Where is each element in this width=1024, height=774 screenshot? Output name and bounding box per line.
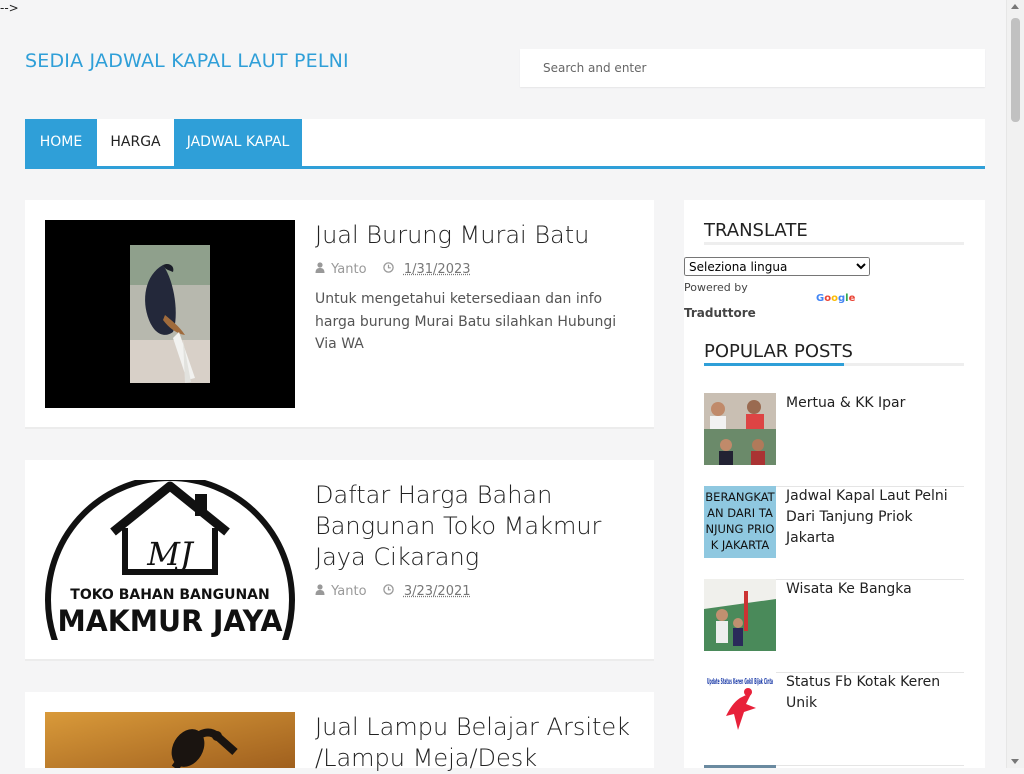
site-title[interactable]: SEDIA JADWAL KAPAL LAUT PELNI: [25, 50, 349, 72]
sidebar: TRANSLATE Seleziona lingua Powered by Go…: [684, 200, 985, 768]
popular-posts-heading-text: POPULAR POSTS: [704, 341, 853, 362]
post-thumbnail[interactable]: MJ TOKO BAHAN BANGUNAN MAKMUR JAYA: [45, 480, 295, 640]
popular-post-thumbnail[interactable]: [704, 579, 776, 651]
post-card: Jual Lampu Belajar Arsitek /Lampu Meja/D…: [25, 692, 654, 768]
post-meta: Yanto 3/23/2021: [315, 584, 471, 599]
status-fb-logo-image: Update Status Keren Gokil Bijak Cinta: [704, 672, 776, 744]
nav-home[interactable]: HOME: [25, 119, 97, 166]
popular-post-item[interactable]: Update Status Keren Gokil Bijak Cinta St…: [704, 672, 964, 766]
translate-heading: TRANSLATE: [704, 220, 964, 245]
user-icon: [315, 262, 325, 273]
popular-post-item[interactable]: BERANGKATAN DARI TANJUNG PRIOK JAKARTA J…: [704, 486, 964, 580]
post-excerpt: Untuk mengetahui ketersediaan dan info h…: [315, 288, 640, 356]
popular-post-item[interactable]: Wisata Ke Bangka: [704, 579, 964, 673]
search-box: [520, 49, 985, 87]
post-author[interactable]: Yanto: [331, 262, 366, 277]
clock-icon: [383, 262, 394, 273]
logo-line1: TOKO BAHAN BANGUNAN: [70, 587, 269, 603]
post-date[interactable]: 1/31/2023: [404, 262, 471, 277]
post-card: MJ TOKO BAHAN BANGUNAN MAKMUR JAYA Dafta…: [25, 460, 654, 661]
logo-initials: MJ: [146, 535, 195, 573]
post-thumbnail[interactable]: [45, 220, 295, 408]
status-thumb-text: Update Status Keren Gokil Bijak Cinta: [707, 677, 773, 686]
store-logo-image: MJ TOKO BAHAN BANGUNAN MAKMUR JAYA: [45, 480, 295, 640]
post-card: Jual Burung Murai Batu Yanto 1/31/2023 U…: [25, 200, 654, 429]
nav-jadwal-kapal[interactable]: JADWAL KAPAL: [174, 119, 302, 166]
popular-post-title[interactable]: Wisata Ke Bangka: [786, 579, 964, 600]
google-letter: G: [816, 293, 824, 304]
heading-accent-bar: [704, 363, 844, 366]
ship-thumb-text: BERANGKATAN DARI TANJUNG PRIOK JAKARTA: [704, 486, 776, 553]
search-input[interactable]: [520, 49, 973, 87]
post-title[interactable]: Daftar Harga Bahan Bangunan Toko Makmur …: [315, 480, 635, 573]
desk-lamp-photo-image: [45, 712, 295, 768]
google-letter: o: [831, 293, 838, 304]
page-scrollbar[interactable]: [1006, 0, 1024, 768]
post-title[interactable]: Jual Burung Murai Batu: [315, 220, 635, 251]
scrollbar-thumb[interactable]: [1011, 18, 1020, 122]
powered-by-text: Powered by: [684, 281, 748, 294]
popular-post-item[interactable]: Mertua & KK Ipar: [704, 393, 964, 487]
main-nav: HOME HARGA JADWAL KAPAL: [25, 119, 985, 169]
traduttore-link[interactable]: Traduttore: [684, 306, 756, 320]
stray-comment-text: -->: [0, 1, 19, 15]
popular-post-title[interactable]: Mertua & KK Ipar: [786, 393, 964, 414]
popular-post-title[interactable]: Status Fb Kotak Keren Unik: [786, 672, 964, 714]
post-meta: Yanto 1/31/2023: [315, 262, 471, 277]
clock-icon: [383, 584, 394, 595]
post-title[interactable]: Jual Lampu Belajar Arsitek /Lampu Meja/D…: [315, 712, 635, 774]
post-date[interactable]: 3/23/2021: [404, 584, 471, 599]
logo-line2: MAKMUR JAYA: [58, 604, 284, 638]
bird-photo-image: [45, 220, 295, 408]
bangka-trip-photo-image: [704, 579, 776, 651]
language-select[interactable]: Seleziona lingua: [684, 257, 870, 276]
nav-harga[interactable]: HARGA: [97, 119, 174, 166]
popular-post-title[interactable]: Jadwal Kapal Laut Pelni Dari Tanjung Pri…: [786, 486, 964, 549]
google-letter: e: [849, 293, 856, 304]
post-thumbnail[interactable]: [45, 712, 295, 768]
user-icon: [315, 584, 325, 595]
translate-heading-text: TRANSLATE: [704, 220, 808, 241]
google-logo[interactable]: Google: [816, 293, 855, 304]
popular-post-thumbnail[interactable]: Update Status Keren Gokil Bijak Cinta: [704, 672, 776, 744]
popular-posts-heading: POPULAR POSTS: [704, 341, 964, 366]
scroll-down-arrow-icon[interactable]: [1011, 759, 1019, 764]
family-photo-image: [704, 393, 776, 465]
post-author[interactable]: Yanto: [331, 584, 366, 599]
scroll-up-arrow-icon[interactable]: [1011, 4, 1019, 9]
popular-post-thumbnail[interactable]: [704, 393, 776, 465]
popular-post-thumbnail[interactable]: BERANGKATAN DARI TANJUNG PRIOK JAKARTA: [704, 486, 776, 558]
